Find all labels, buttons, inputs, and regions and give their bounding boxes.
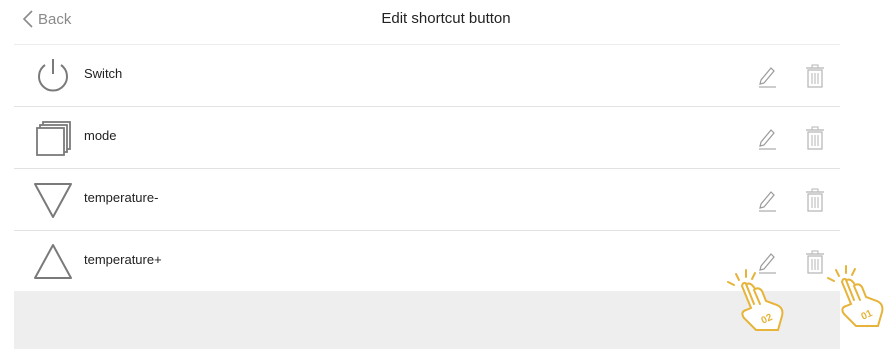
tap-hand-icon: 01: [827, 265, 884, 327]
triangle-down-icon: [34, 183, 72, 218]
stack-icon: [36, 121, 71, 156]
list-item: mode: [14, 106, 840, 168]
header-bar: Back Edit shortcut button: [0, 0, 892, 40]
row-label: Switch: [84, 66, 123, 81]
tap-hand-icon: 02: [727, 269, 784, 331]
pencil-icon[interactable]: [756, 125, 778, 151]
pencil-icon[interactable]: [756, 187, 778, 213]
trash-icon[interactable]: [804, 125, 826, 151]
row-label: temperature+: [84, 252, 162, 267]
triangle-up-icon: [34, 244, 72, 279]
pencil-icon[interactable]: [756, 63, 778, 89]
shortcut-list: Switch mode temperature- temperature+: [14, 44, 840, 292]
empty-area: [14, 291, 840, 349]
list-item: Switch: [14, 44, 840, 106]
list-item: temperature+: [14, 230, 840, 292]
trash-icon[interactable]: [804, 187, 826, 213]
row-label: temperature-: [84, 190, 159, 205]
row-label: mode: [84, 128, 117, 143]
page-title: Edit shortcut button: [381, 10, 511, 27]
trash-icon[interactable]: [804, 63, 826, 89]
power-icon: [38, 59, 68, 92]
list-item: temperature-: [14, 168, 840, 230]
